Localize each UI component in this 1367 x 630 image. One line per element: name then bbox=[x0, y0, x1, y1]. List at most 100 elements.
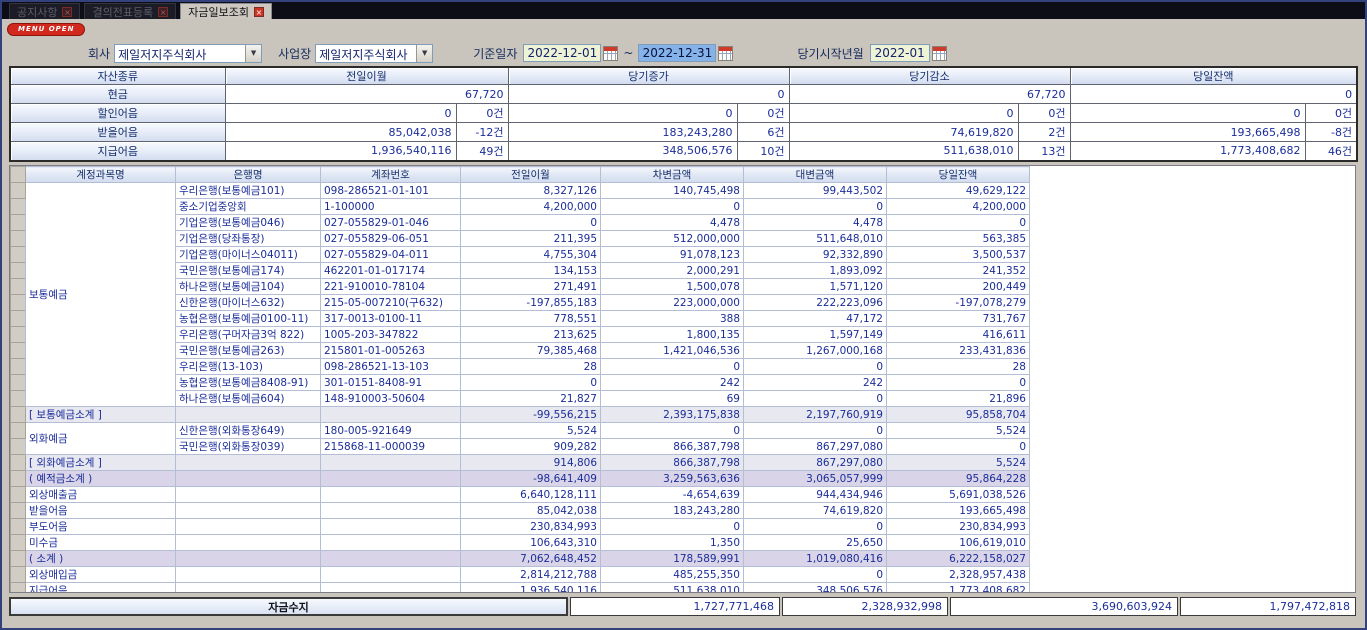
calendar-icon[interactable] bbox=[603, 46, 618, 61]
detail-row[interactable]: 미수금106,643,3101,35025,650106,619,010 bbox=[11, 535, 1030, 551]
start-month-field[interactable]: 2022-01 bbox=[870, 44, 930, 62]
row-selector[interactable] bbox=[11, 455, 26, 471]
credit-amount-cell: 2,197,760,919 bbox=[744, 407, 887, 423]
prev-amount-cell: 79,385,468 bbox=[461, 343, 601, 359]
credit-amount-cell: 0 bbox=[744, 519, 887, 535]
detail-row[interactable]: 외화예금신한은행(외화통장649)180-005-9216495,524005,… bbox=[11, 423, 1030, 439]
tab-1[interactable]: 공지사항× bbox=[9, 3, 80, 19]
credit-amount-cell: 867,297,080 bbox=[744, 455, 887, 471]
row-selector[interactable] bbox=[11, 343, 26, 359]
detail-row[interactable]: [ 외화예금소계 ]914,806866,387,798867,297,0805… bbox=[11, 455, 1030, 471]
account-label-cell: 미수금 bbox=[26, 535, 176, 551]
credit-amount-cell: 25,650 bbox=[744, 535, 887, 551]
detail-row[interactable]: 받을어음85,042,038183,243,28074,619,820193,6… bbox=[11, 503, 1030, 519]
row-selector[interactable] bbox=[11, 503, 26, 519]
bank-name-cell: 기업은행(당좌통장) bbox=[176, 231, 321, 247]
company-select[interactable]: 제일저지주식회사 ▼ bbox=[114, 44, 262, 63]
row-selector[interactable] bbox=[11, 407, 26, 423]
row-selector[interactable] bbox=[11, 231, 26, 247]
row-selector[interactable] bbox=[11, 247, 26, 263]
row-selector[interactable] bbox=[11, 583, 26, 594]
summary-amount: 183,243,280 bbox=[508, 123, 737, 142]
balance-amount-cell: 3,500,537 bbox=[887, 247, 1030, 263]
bank-name-cell: 우리은행(13-103) bbox=[176, 359, 321, 375]
balance-amount-cell: 0 bbox=[887, 215, 1030, 231]
bank-name-cell bbox=[176, 519, 321, 535]
summary-row-label[interactable]: 할인어음 bbox=[10, 104, 225, 123]
debit-amount-cell: 485,255,350 bbox=[601, 567, 744, 583]
row-selector[interactable] bbox=[11, 535, 26, 551]
summary-row: 받을어음85,042,038-12건183,243,2806건74,619,82… bbox=[10, 123, 1357, 142]
calendar-icon[interactable] bbox=[718, 46, 733, 61]
detail-row[interactable]: 외상매출금6,640,128,111-4,654,639944,434,9465… bbox=[11, 487, 1030, 503]
summary-header[interactable]: 자산종류 bbox=[10, 67, 225, 85]
credit-amount-cell: 0 bbox=[744, 391, 887, 407]
row-selector[interactable] bbox=[11, 439, 26, 455]
row-selector[interactable] bbox=[11, 327, 26, 343]
row-selector[interactable] bbox=[11, 359, 26, 375]
summary-amount: 67,720 bbox=[225, 85, 508, 104]
summary-header: 전일이월 bbox=[225, 67, 508, 85]
bank-name-cell bbox=[176, 503, 321, 519]
chevron-down-icon[interactable]: ▼ bbox=[416, 45, 432, 62]
filter-bar: 회사 제일저지주식회사 ▼ 사업장 제일저지주식회사 ▼ 기준일자 2022-1… bbox=[2, 40, 1365, 66]
account-group-cell: 외화예금 bbox=[26, 423, 176, 455]
summary-amount: 0 bbox=[508, 85, 789, 104]
detail-column-header: 계정과목명 bbox=[26, 167, 176, 183]
account-number-cell bbox=[321, 503, 461, 519]
account-number-cell: 027-055829-01-046 bbox=[321, 215, 461, 231]
summary-count: 2건 bbox=[1018, 123, 1070, 142]
row-selector[interactable] bbox=[11, 199, 26, 215]
row-selector[interactable] bbox=[11, 471, 26, 487]
detail-row[interactable]: ( 소계 )7,062,648,452178,589,9911,019,080,… bbox=[11, 551, 1030, 567]
credit-amount-cell: 3,065,057,999 bbox=[744, 471, 887, 487]
close-icon[interactable]: × bbox=[254, 7, 264, 17]
row-selector[interactable] bbox=[11, 183, 26, 199]
row-selector[interactable] bbox=[11, 215, 26, 231]
summary-row-label[interactable]: 현금 bbox=[10, 85, 225, 104]
summary-amount: 1,773,408,682 bbox=[1070, 142, 1305, 161]
close-icon[interactable]: × bbox=[62, 7, 72, 17]
row-selector[interactable] bbox=[11, 311, 26, 327]
detail-row[interactable]: 지급어음1,936,540,116511,638,010348,506,5761… bbox=[11, 583, 1030, 594]
detail-row[interactable]: 부도어음230,834,99300230,834,993 bbox=[11, 519, 1030, 535]
row-selector[interactable] bbox=[11, 263, 26, 279]
detail-row[interactable]: [ 보통예금소계 ]-99,556,2152,393,175,8382,197,… bbox=[11, 407, 1030, 423]
row-selector[interactable] bbox=[11, 519, 26, 535]
row-selector[interactable] bbox=[11, 375, 26, 391]
tab-3[interactable]: 자금일보조회× bbox=[180, 3, 272, 19]
bank-name-cell: 농협은행(보통예금0100-11) bbox=[176, 311, 321, 327]
detail-column-header: 전일이월 bbox=[461, 167, 601, 183]
row-selector[interactable] bbox=[11, 279, 26, 295]
row-selector[interactable] bbox=[11, 391, 26, 407]
summary-row-label[interactable]: 지급어음 bbox=[10, 142, 225, 161]
summary-row-label[interactable]: 받을어음 bbox=[10, 123, 225, 142]
menu-open-button[interactable]: MENU OPEN bbox=[7, 23, 85, 36]
prev-amount-cell: -197,855,183 bbox=[461, 295, 601, 311]
balance-amount-cell: 241,352 bbox=[887, 263, 1030, 279]
row-selector[interactable] bbox=[11, 487, 26, 503]
row-selector[interactable] bbox=[11, 295, 26, 311]
summary-table: 자산종류전일이월당기증가당기감소당일잔액현금67,720067,7200할인어음… bbox=[9, 66, 1358, 162]
balance-amount-cell: 200,449 bbox=[887, 279, 1030, 295]
prev-amount-cell: 0 bbox=[461, 375, 601, 391]
row-selector[interactable] bbox=[11, 423, 26, 439]
date-to-field[interactable]: 2022-12-31 bbox=[638, 44, 716, 62]
summary-header: 당일잔액 bbox=[1070, 67, 1357, 85]
close-icon[interactable]: × bbox=[158, 7, 168, 17]
site-select[interactable]: 제일저지주식회사 ▼ bbox=[315, 44, 433, 63]
account-label-cell: 외상매출금 bbox=[26, 487, 176, 503]
chevron-down-icon[interactable]: ▼ bbox=[245, 45, 261, 62]
detail-row[interactable]: 외상매입금2,814,212,788485,255,35002,328,957,… bbox=[11, 567, 1030, 583]
tab-2[interactable]: 결의전표등록× bbox=[84, 3, 176, 19]
detail-row[interactable]: 보통예금우리은행(보통예금101)098-286521-01-1018,327,… bbox=[11, 183, 1030, 199]
row-selector[interactable] bbox=[11, 567, 26, 583]
account-number-cell: 098-286521-13-103 bbox=[321, 359, 461, 375]
summary-amount: 0 bbox=[789, 104, 1018, 123]
detail-header-row: 계정과목명은행명계좌번호전일이월차변금액대변금액당일잔액 bbox=[11, 167, 1030, 183]
base-date-label: 기준일자 bbox=[473, 45, 517, 62]
calendar-icon[interactable] bbox=[932, 46, 947, 61]
row-selector[interactable] bbox=[11, 551, 26, 567]
detail-row[interactable]: ( 예적금소계 )-98,641,4093,259,563,6363,065,0… bbox=[11, 471, 1030, 487]
date-from-field[interactable]: 2022-12-01 bbox=[523, 44, 601, 62]
